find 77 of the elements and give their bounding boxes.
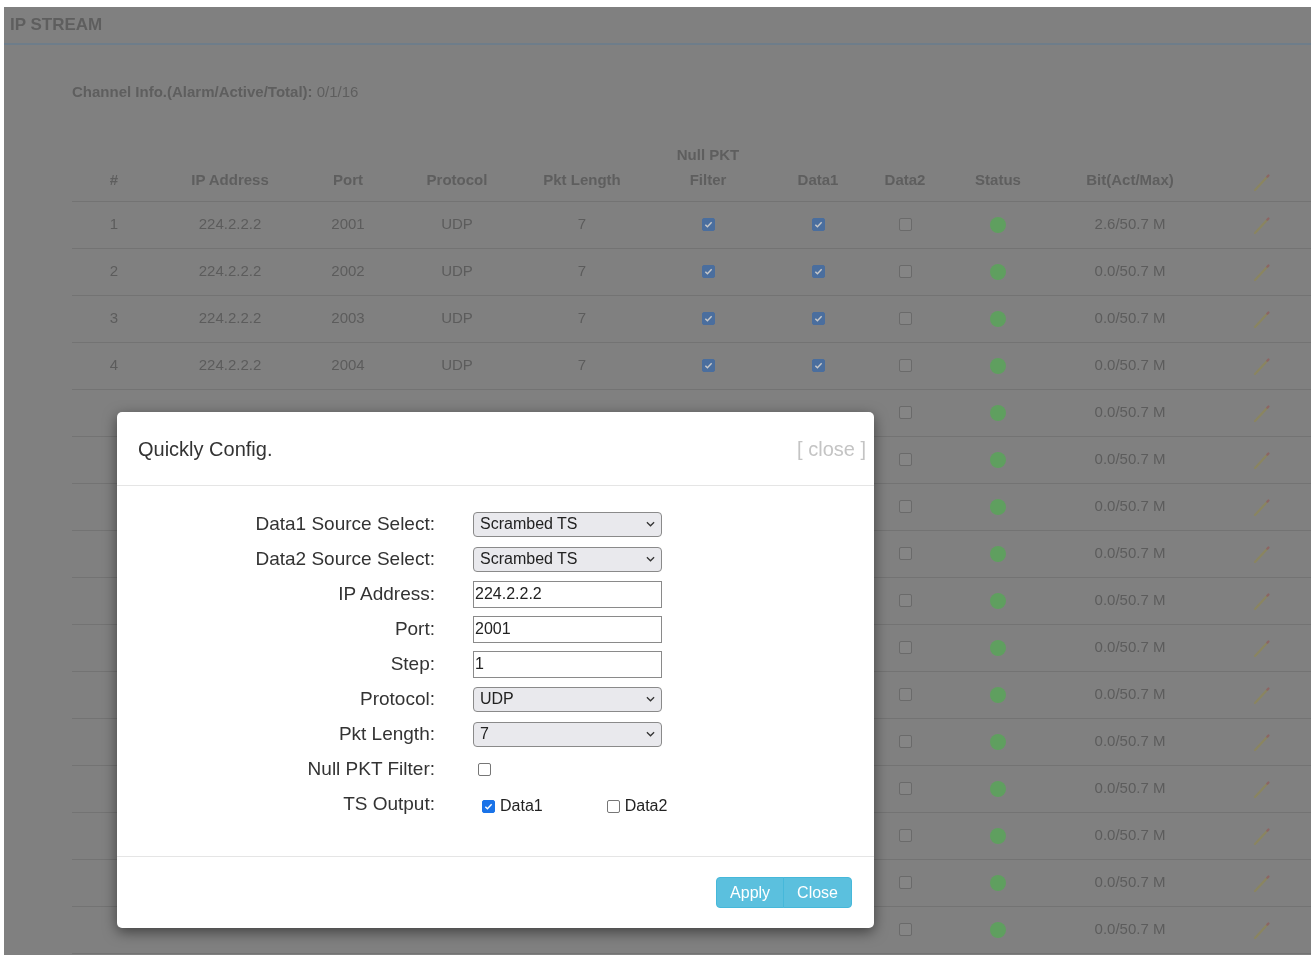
pencil-icon[interactable] bbox=[1252, 731, 1272, 752]
checkbox[interactable] bbox=[811, 312, 825, 325]
checkbox[interactable] bbox=[898, 688, 912, 701]
checkmark-icon bbox=[703, 361, 713, 370]
pencil-icon[interactable] bbox=[1252, 590, 1272, 611]
field-label: Protocol: bbox=[359, 687, 435, 711]
checkbox[interactable] bbox=[701, 312, 715, 325]
column-header: # bbox=[109, 170, 119, 190]
pencil-icon[interactable] bbox=[1252, 496, 1272, 517]
pencil-icon[interactable] bbox=[1252, 261, 1272, 282]
dropdown[interactable]: UDP bbox=[473, 686, 662, 712]
field-label: TS Output: bbox=[342, 792, 435, 816]
pencil-icon[interactable] bbox=[1252, 872, 1272, 893]
checkbox[interactable] bbox=[701, 218, 715, 231]
checkbox[interactable] bbox=[898, 782, 912, 795]
field-label: Port: bbox=[393, 617, 435, 641]
caret-icon bbox=[646, 731, 655, 738]
pencil-icon[interactable] bbox=[1252, 355, 1272, 376]
checkbox[interactable] bbox=[898, 453, 912, 466]
checkbox[interactable] bbox=[898, 218, 912, 231]
pencil-icon[interactable] bbox=[1252, 402, 1272, 423]
checkbox[interactable] bbox=[811, 218, 825, 231]
checkbox[interactable] bbox=[478, 762, 491, 776]
checkbox-label: Data1 bbox=[500, 796, 543, 817]
checkbox[interactable] bbox=[701, 359, 715, 372]
checkbox[interactable] bbox=[898, 735, 912, 748]
checkbox[interactable] bbox=[898, 265, 912, 278]
pencil-icon[interactable] bbox=[1252, 825, 1272, 846]
checkbox[interactable] bbox=[898, 359, 912, 372]
pencil-icon[interactable] bbox=[1252, 919, 1272, 940]
checkmark-icon bbox=[703, 314, 713, 323]
dropdown[interactable]: Scrambed TS bbox=[473, 546, 662, 572]
checkmark-icon bbox=[703, 267, 713, 276]
checkbox[interactable] bbox=[898, 594, 912, 607]
checkbox[interactable] bbox=[811, 359, 825, 372]
field-label: Step: bbox=[389, 652, 435, 676]
input-field[interactable]: 2001 bbox=[473, 615, 662, 643]
caret-icon bbox=[646, 696, 655, 703]
checkbox[interactable] bbox=[898, 641, 912, 654]
pencil-icon[interactable] bbox=[1252, 543, 1272, 564]
checkbox[interactable] bbox=[482, 799, 495, 813]
field-label: Pkt Length: bbox=[337, 722, 435, 746]
checkbox[interactable] bbox=[898, 500, 912, 513]
checkbox[interactable] bbox=[898, 406, 912, 419]
checkmark-icon bbox=[703, 220, 713, 229]
checkbox[interactable] bbox=[898, 876, 912, 889]
field-label: Null PKT Filter: bbox=[306, 757, 435, 781]
checkmark-icon bbox=[813, 361, 823, 370]
checkbox[interactable] bbox=[898, 312, 912, 325]
dropdown[interactable]: Scrambed TS bbox=[473, 511, 662, 537]
checkmark-icon bbox=[813, 314, 823, 323]
checkbox[interactable] bbox=[898, 829, 912, 842]
checkbox[interactable] bbox=[701, 265, 715, 278]
pencil-icon[interactable] bbox=[1252, 171, 1272, 192]
pencil-icon[interactable] bbox=[1252, 684, 1272, 705]
pencil-icon[interactable] bbox=[1252, 778, 1272, 799]
checkbox-label: Data2 bbox=[624, 796, 668, 817]
pencil-icon[interactable] bbox=[1252, 637, 1272, 658]
field-label: Data1 Source Select: bbox=[254, 512, 435, 536]
field-label: IP Address: bbox=[337, 582, 435, 606]
checkmark-icon bbox=[813, 267, 823, 276]
checkbox[interactable] bbox=[811, 265, 825, 278]
checkbox[interactable] bbox=[606, 799, 620, 813]
pencil-icon[interactable] bbox=[1252, 449, 1272, 470]
input-field[interactable]: 224.2.2.2 bbox=[473, 580, 662, 608]
field-label: Data2 Source Select: bbox=[254, 547, 435, 571]
input-field[interactable]: 1 bbox=[473, 650, 662, 678]
checkmark-icon bbox=[484, 801, 493, 811]
pencil-icon[interactable] bbox=[1252, 214, 1272, 235]
checkbox[interactable] bbox=[898, 547, 912, 560]
checkmark-icon bbox=[813, 220, 823, 229]
caret-icon bbox=[646, 521, 655, 528]
caret-icon bbox=[646, 556, 655, 563]
pencil-icon[interactable] bbox=[1252, 308, 1272, 329]
checkbox[interactable] bbox=[898, 923, 912, 936]
dialog-title: Quickly Config. bbox=[138, 436, 273, 462]
dropdown[interactable]: 7 bbox=[473, 721, 662, 747]
